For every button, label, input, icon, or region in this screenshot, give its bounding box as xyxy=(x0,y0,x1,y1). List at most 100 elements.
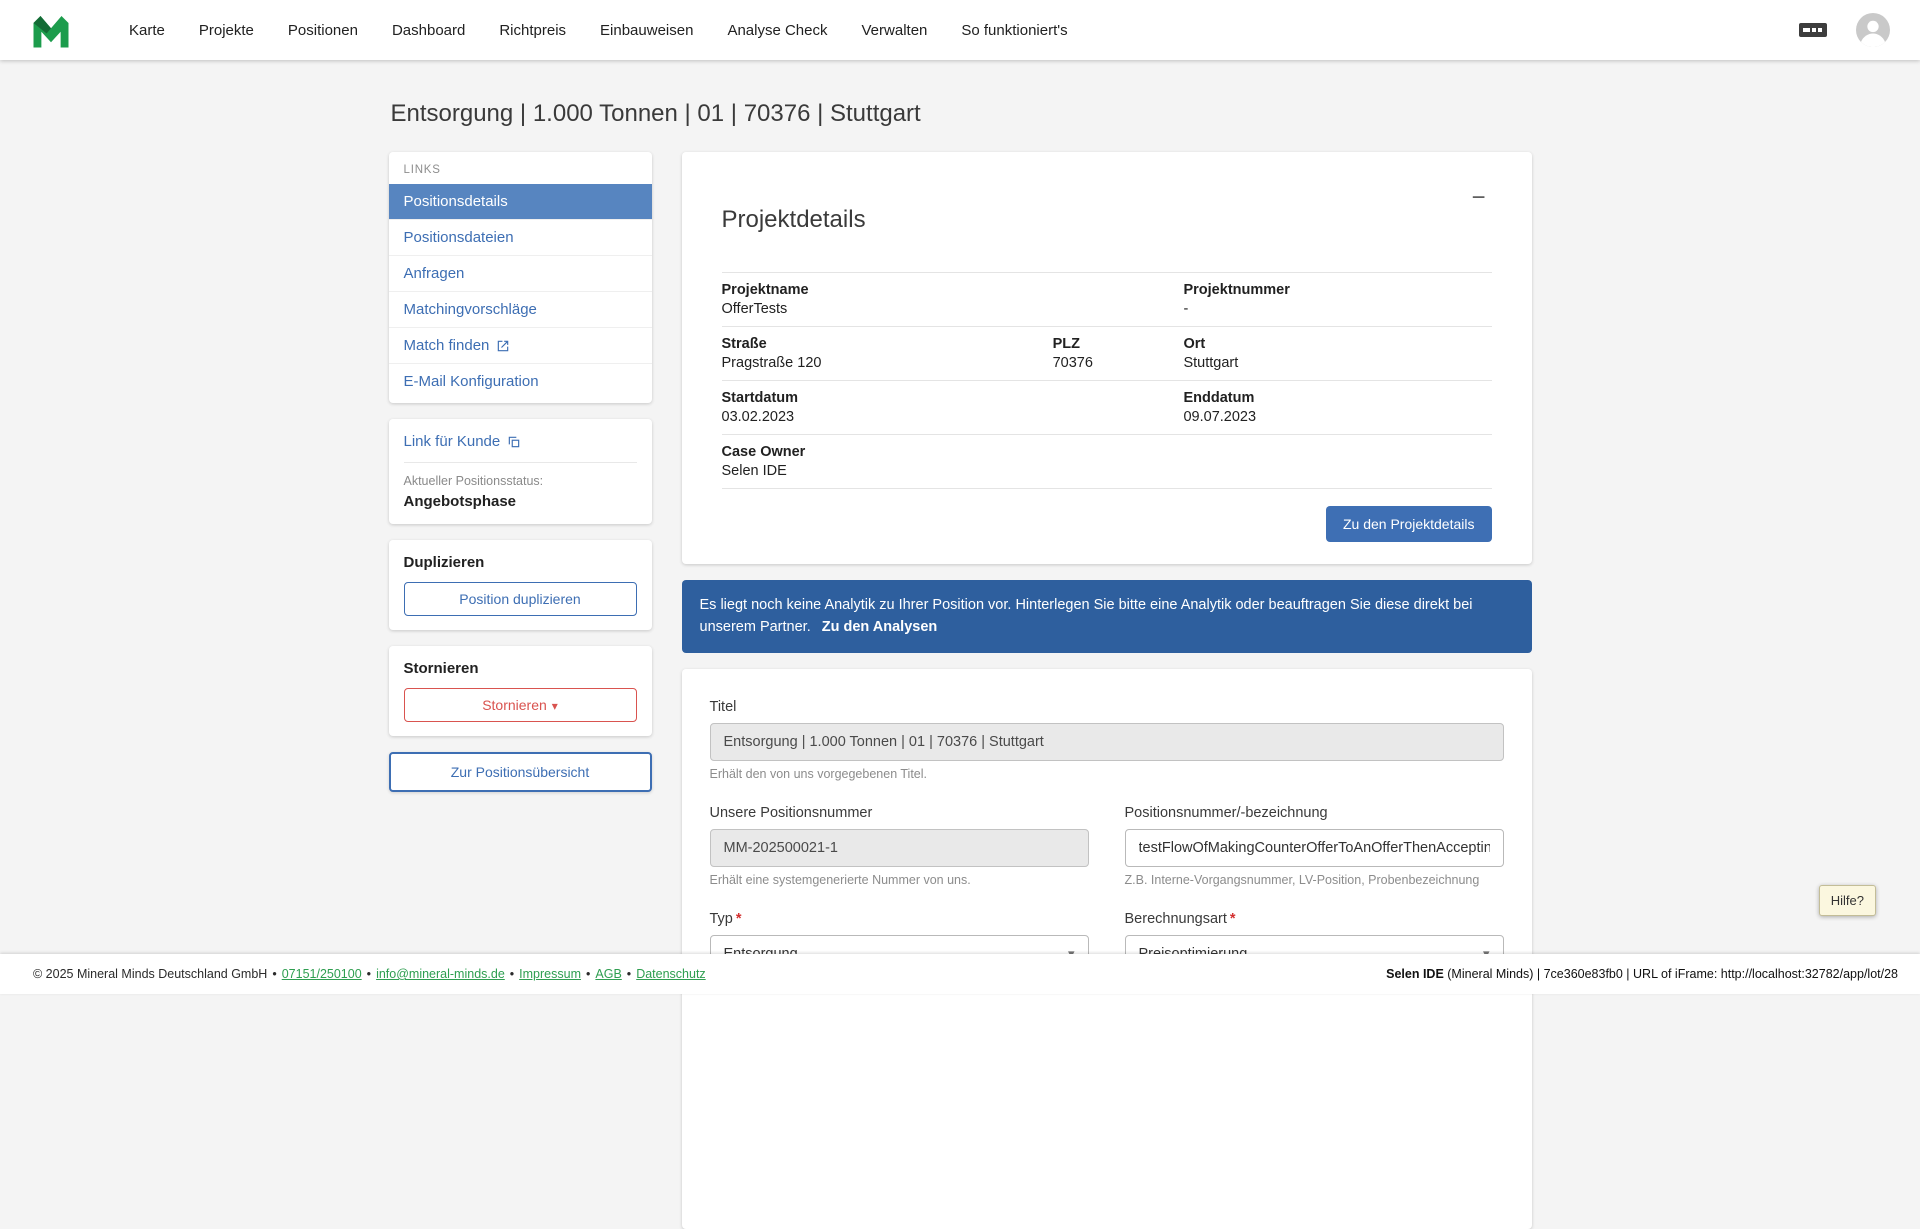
startdatum-value: 03.02.2023 xyxy=(721,408,795,425)
main-content: Projektdetails − Projektname OfferTests … xyxy=(681,152,1532,1229)
nav-item-einbauweisen[interactable]: Einbauweisen xyxy=(585,13,708,48)
position-status-value: Angebotsphase xyxy=(403,493,517,510)
nav-item-dashboard[interactable]: Dashboard xyxy=(377,13,480,48)
sidebar-item-label: Matchingvorschläge xyxy=(403,301,537,318)
startdatum-label: Startdatum xyxy=(721,389,799,406)
sidebar-item-label: E-Mail Konfiguration xyxy=(403,373,539,390)
duplicate-section-title: Duplizieren xyxy=(403,554,485,571)
collapse-button[interactable]: − xyxy=(1465,186,1491,210)
plz-value: 70376 xyxy=(1052,354,1093,371)
footer-separator: • xyxy=(366,967,372,981)
copy-icon xyxy=(508,436,520,447)
footer-separator: • xyxy=(626,967,632,981)
projektname-label: Projektname xyxy=(721,281,809,298)
links-header: LINKS xyxy=(403,164,441,176)
project-details-grid: Projektname OfferTests Projektnummer - S… xyxy=(721,271,1492,489)
typ-label-text: Typ xyxy=(709,910,733,927)
nav-item-richtpreis[interactable]: Richtpreis xyxy=(484,13,581,48)
footer-agb-link[interactable]: AGB xyxy=(595,967,621,981)
ort-value: Stuttgart xyxy=(1183,354,1239,371)
titel-label: Titel xyxy=(709,698,737,715)
footer-user-name: Selen IDE xyxy=(1386,967,1444,981)
nav-item-projekte[interactable]: Projekte xyxy=(184,13,269,48)
projektnummer-value: - xyxy=(1183,300,1189,317)
position-status-label: Aktueller Positionsstatus: xyxy=(403,474,544,488)
footer-phone-link[interactable]: 07151/250100 xyxy=(282,967,362,981)
berechnungsart-label: Berechnungsart * xyxy=(1125,911,1504,927)
sidebar-item-label: Anfragen xyxy=(403,265,465,282)
projektnummer-label: Projektnummer xyxy=(1183,281,1290,298)
typ-label: Typ * xyxy=(710,911,1089,927)
mineral-minds-logo[interactable] xyxy=(30,9,72,51)
unsere-positionsnummer-helper: Erhält eine systemgenerierte Nummer von … xyxy=(709,872,971,887)
unsere-positionsnummer-input xyxy=(709,828,1089,867)
sidebar-item-email-konfiguration[interactable]: E-Mail Konfiguration xyxy=(388,363,652,399)
server-button[interactable] xyxy=(1798,19,1828,41)
main-navigation: Karte Projekte Positionen Dashboard Rich… xyxy=(114,13,1083,48)
customer-link-label: Link für Kunde xyxy=(403,433,501,450)
user-avatar[interactable] xyxy=(1856,13,1890,47)
sidebar-item-positionsdateien[interactable]: Positionsdateien xyxy=(388,219,652,255)
typ-required-mark: * xyxy=(735,910,742,927)
plz-label: PLZ xyxy=(1052,335,1080,352)
project-details-card: Projektdetails − Projektname OfferTests … xyxy=(681,152,1532,564)
customer-link-card: Link für Kunde Aktueller Positionsstatus… xyxy=(388,419,652,524)
footer: © 2025 Mineral Minds Deutschland GmbH • … xyxy=(0,954,1920,994)
footer-separator: • xyxy=(509,967,515,981)
sidebar-item-anfragen[interactable]: Anfragen xyxy=(388,255,652,291)
positionsnummer-bezeichnung-label: Positionsnummer/-bezeichnung xyxy=(1124,804,1328,821)
footer-email-link[interactable]: info@mineral-minds.de xyxy=(376,967,505,981)
duplicate-position-button[interactable]: Position duplizieren xyxy=(403,582,637,616)
duplicate-card: Duplizieren Position duplizieren xyxy=(388,540,652,630)
cancel-position-button[interactable]: Stornieren ▾ xyxy=(403,688,637,722)
nav-item-positionen[interactable]: Positionen xyxy=(273,13,373,48)
cancel-button-label: Stornieren xyxy=(482,697,547,713)
sidebar-item-label: Positionsdetails xyxy=(403,193,508,210)
titel-helper: Erhält den von uns vorgegebenen Titel. xyxy=(709,766,928,781)
nav-item-verwalten[interactable]: Verwalten xyxy=(847,13,943,48)
customer-link[interactable]: Link für Kunde xyxy=(403,433,637,463)
enddatum-value: 09.07.2023 xyxy=(1183,408,1257,425)
footer-separator: • xyxy=(272,967,277,981)
footer-impressum-link[interactable]: Impressum xyxy=(519,967,581,981)
sidebar-item-positionsdetails[interactable]: Positionsdetails xyxy=(388,184,652,219)
footer-copyright: © 2025 Mineral Minds Deutschland GmbH xyxy=(33,967,268,981)
top-navbar: Karte Projekte Positionen Dashboard Rich… xyxy=(0,0,1920,60)
nav-item-so-funktionierts[interactable]: So funktioniert's xyxy=(946,13,1082,48)
position-form-card: Titel Erhält den von uns vorgegebenen Ti… xyxy=(681,668,1532,1229)
user-avatar-icon xyxy=(1856,13,1890,47)
ort-label: Ort xyxy=(1183,335,1206,352)
cancel-card: Stornieren Stornieren ▾ xyxy=(388,646,652,736)
titel-input xyxy=(709,722,1504,761)
nav-item-karte[interactable]: Karte xyxy=(114,13,180,48)
footer-separator: • xyxy=(586,967,591,981)
nav-item-analyse-check[interactable]: Analyse Check xyxy=(712,13,842,48)
strasse-value: Pragstraße 120 xyxy=(721,354,822,371)
positionsnummer-bezeichnung-helper: Z.B. Interne-Vorgangsnummer, LV-Position… xyxy=(1124,872,1480,887)
enddatum-label: Enddatum xyxy=(1183,389,1255,406)
analytics-info-banner: Es liegt noch keine Analytik zu Ihrer Po… xyxy=(681,579,1532,653)
page-title: Entsorgung | 1.000 Tonnen | 01 | 70376 |… xyxy=(390,100,921,127)
help-button[interactable]: Hilfe? xyxy=(1818,885,1876,916)
footer-session-details: (Mineral Minds) | 7ce360e83fb0 | URL of … xyxy=(1443,967,1898,981)
footer-left: © 2025 Mineral Minds Deutschland GmbH • … xyxy=(33,967,706,981)
analyses-link[interactable]: Zu den Analysen xyxy=(822,619,937,635)
sidebar-item-matchingvorschlaege[interactable]: Matchingvorschläge xyxy=(388,291,652,327)
projektname-value: OfferTests xyxy=(721,300,788,317)
position-overview-button[interactable]: Zur Positionsübersicht xyxy=(388,752,652,792)
project-details-title: Projektdetails xyxy=(721,205,866,233)
project-details-button[interactable]: Zu den Projektdetails xyxy=(1325,505,1492,542)
banner-text: Es liegt noch keine Analytik zu Ihrer Po… xyxy=(699,596,1473,636)
sidebar-item-match-finden[interactable]: Match finden xyxy=(388,327,652,363)
case-owner-label: Case Owner xyxy=(721,443,806,460)
sidebar-links-card: LINKS Positionsdetails Positionsdateien … xyxy=(388,152,652,403)
cancel-section-title: Stornieren xyxy=(403,660,479,677)
server-icon xyxy=(1799,23,1827,37)
sidebar: LINKS Positionsdetails Positionsdateien … xyxy=(388,152,652,792)
sidebar-item-label: Match finden xyxy=(403,337,490,354)
positionsnummer-bezeichnung-input[interactable] xyxy=(1124,828,1504,867)
berechnungsart-required-mark: * xyxy=(1229,910,1236,927)
sidebar-item-label: Positionsdateien xyxy=(403,229,514,246)
footer-datenschutz-link[interactable]: Datenschutz xyxy=(636,967,705,981)
case-owner-value: Selen IDE xyxy=(721,462,787,479)
